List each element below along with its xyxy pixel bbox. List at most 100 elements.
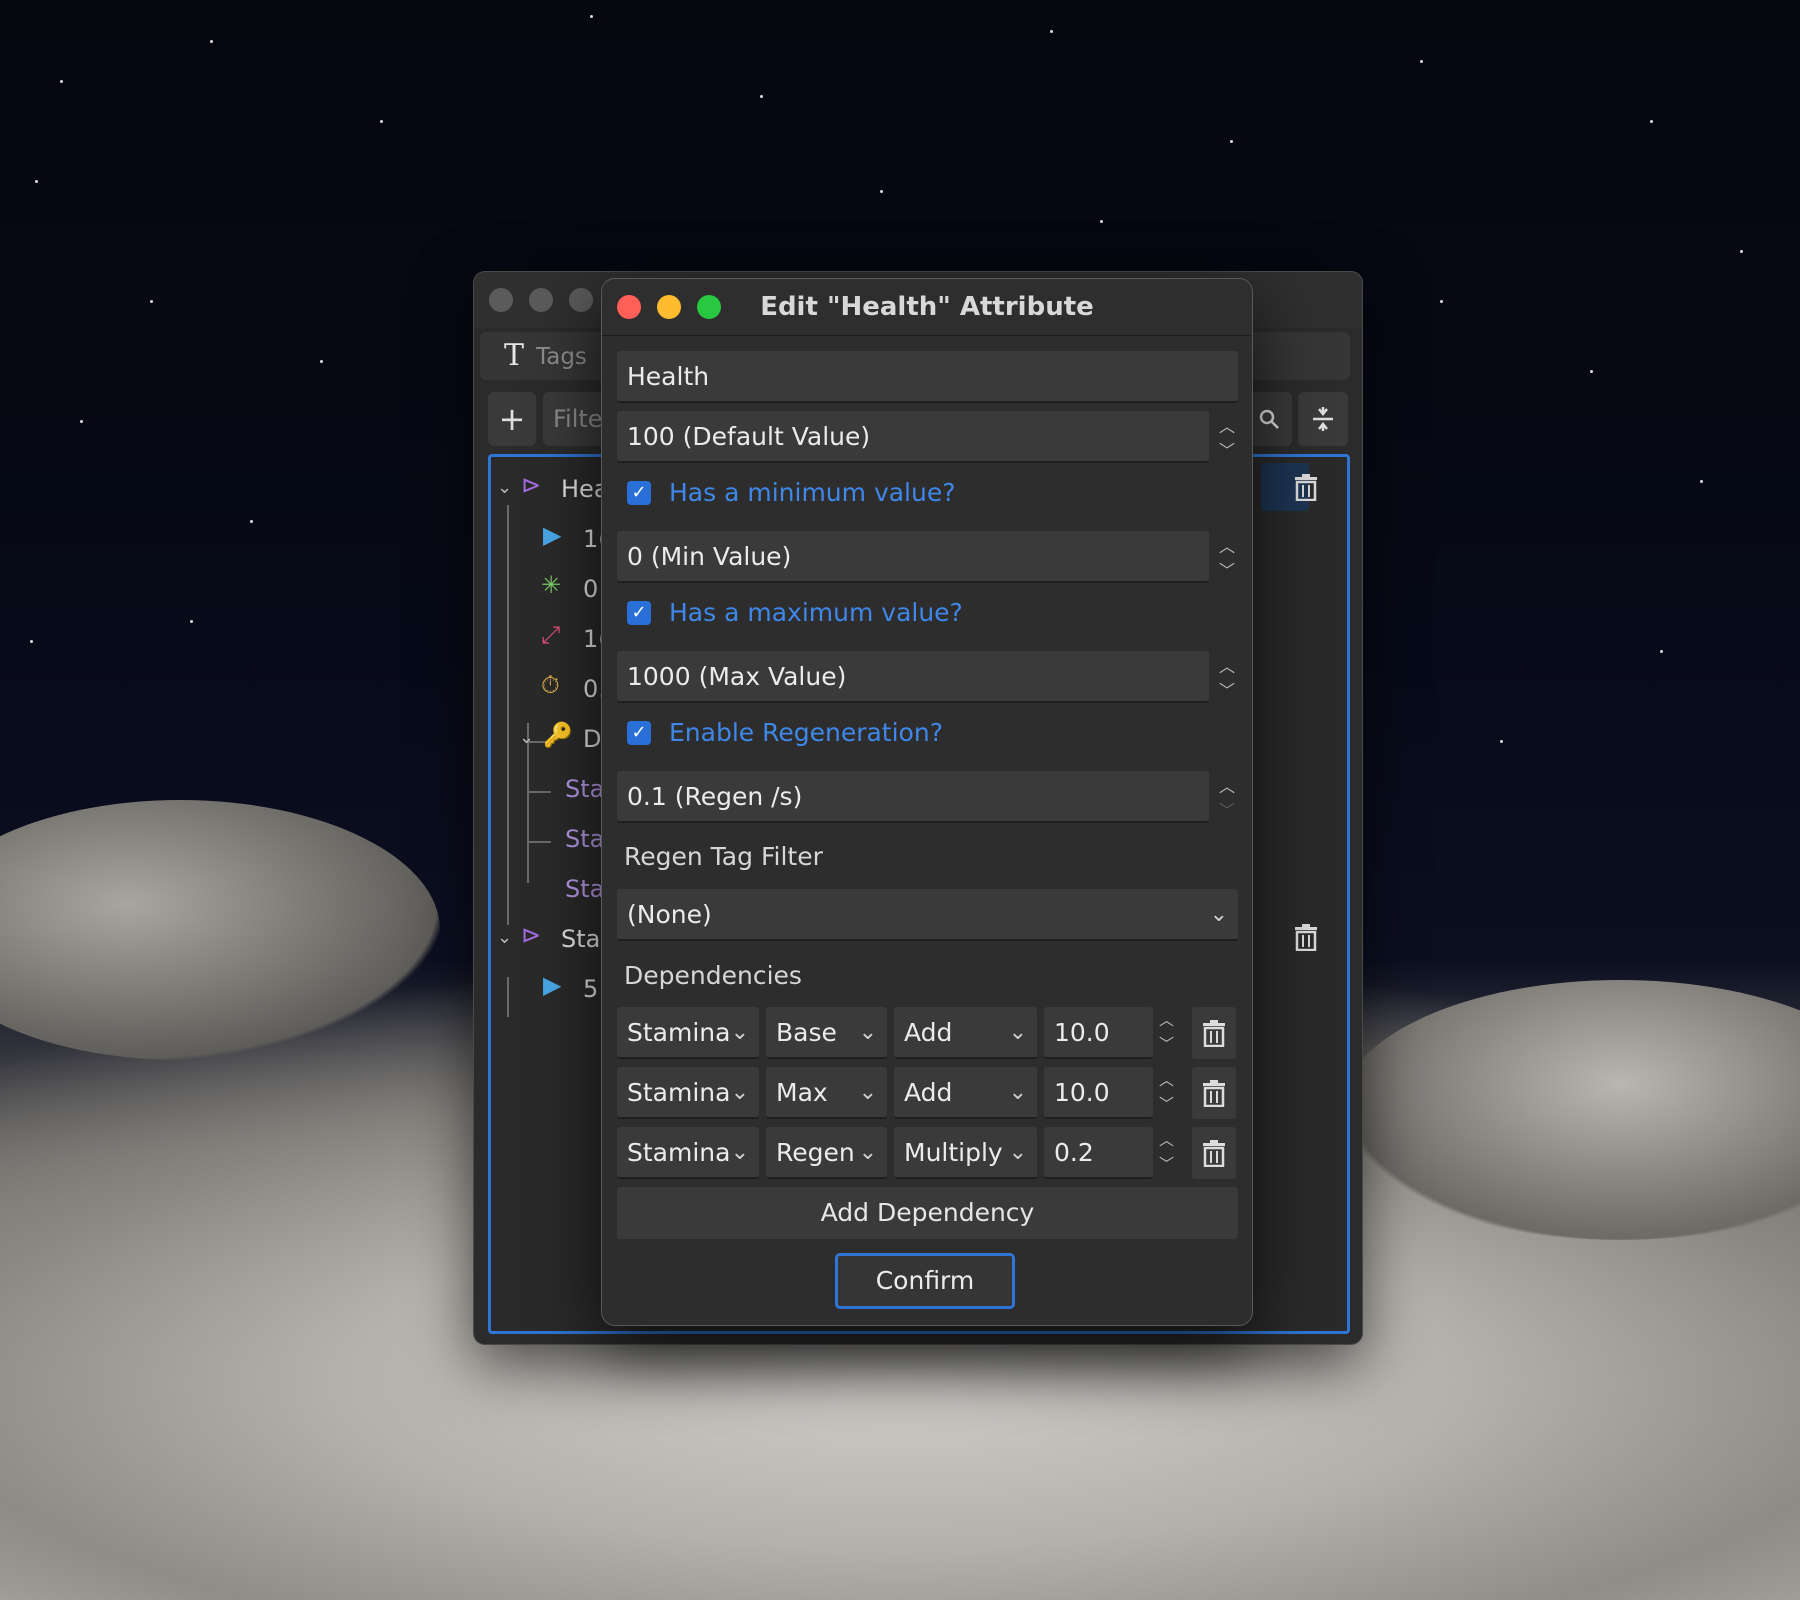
max-value-input[interactable]: 1000 (Max Value) xyxy=(617,651,1209,703)
collapse-all-button[interactable] xyxy=(1298,392,1348,446)
chevron-down-icon[interactable]: ⌄ xyxy=(519,727,534,748)
chevron-up-icon[interactable]: ︿ xyxy=(1219,533,1235,557)
chevron-up-icon[interactable]: ︿ xyxy=(1219,653,1235,677)
min-value-stepper[interactable]: ︿ ﹀ xyxy=(1216,531,1240,583)
dependency-field-value: Max xyxy=(776,1078,828,1107)
key-icon: 🔑 xyxy=(543,721,573,749)
play-icon: ▶ xyxy=(543,521,562,549)
dependency-value-input[interactable]: 10.0 xyxy=(1044,1007,1153,1059)
trash-icon xyxy=(1203,1020,1225,1047)
default-value-stepper[interactable]: ︿ ﹀ xyxy=(1216,411,1240,463)
filter-placeholder: Filte xyxy=(553,405,603,433)
tree-label: 5 xyxy=(583,975,599,1003)
chevron-down-icon: ⌄ xyxy=(858,1080,877,1105)
has-min-checkbox[interactable]: ✓ xyxy=(627,481,651,505)
regen-value-input[interactable]: 0.1 (Regen /s) xyxy=(617,771,1209,823)
dependency-operation-value: Add xyxy=(904,1078,953,1107)
tree-label: Sta xyxy=(565,875,605,903)
dependency-field-value: Regen xyxy=(776,1138,855,1167)
max-icon: ⤢ xyxy=(541,621,561,649)
dependency-operation-select[interactable]: Add ⌄ xyxy=(894,1007,1037,1059)
chevron-up-icon[interactable]: ︿ xyxy=(1159,1129,1174,1150)
confirm-button[interactable]: Confirm xyxy=(835,1253,1015,1309)
regen-label[interactable]: Enable Regeneration? xyxy=(669,718,943,747)
trash-icon xyxy=(1203,1140,1225,1167)
dependency-attribute-value: Stamina xyxy=(627,1018,731,1047)
dependency-field-select[interactable]: Regen ⌄ xyxy=(766,1127,887,1179)
max-value-stepper[interactable]: ︿ ﹀ xyxy=(1216,651,1240,703)
chevron-down-icon: ⌄ xyxy=(858,1020,877,1045)
play-icon: ▶ xyxy=(543,971,562,999)
chevron-down-icon: ⌄ xyxy=(730,1140,749,1165)
delete-dependency-button[interactable] xyxy=(1192,1007,1236,1059)
chevron-up-icon[interactable]: ︿ xyxy=(1159,1069,1174,1090)
min-value-input[interactable]: 0 (Min Value) xyxy=(617,531,1209,583)
delete-dependency-button[interactable] xyxy=(1192,1067,1236,1119)
dependency-value-stepper[interactable]: ︿ ﹀ xyxy=(1156,1067,1180,1119)
dependency-operation-select[interactable]: Add ⌄ xyxy=(894,1067,1037,1119)
collapse-icon xyxy=(1313,407,1333,431)
chevron-down-icon: ⌄ xyxy=(1008,1140,1027,1165)
plus-icon: + xyxy=(498,400,526,438)
dependency-field-select[interactable]: Base ⌄ xyxy=(766,1007,887,1059)
chevron-down-icon[interactable]: ﹀ xyxy=(1219,677,1235,701)
dependency-value-stepper[interactable]: ︿ ﹀ xyxy=(1156,1007,1180,1059)
tree-label: 0 xyxy=(583,575,599,603)
close-button[interactable] xyxy=(489,288,513,312)
dialog-titlebar: Edit "Health" Attribute xyxy=(602,279,1252,336)
dialog-title: Edit "Health" Attribute xyxy=(760,292,1094,322)
dependency-attribute-value: Stamina xyxy=(627,1138,731,1167)
attribute-icon: ⊳ xyxy=(521,921,542,949)
has-min-label[interactable]: Has a minimum value? xyxy=(669,478,956,507)
add-button[interactable]: + xyxy=(488,392,536,446)
regen-value-stepper[interactable]: ︿ ﹀ xyxy=(1216,771,1240,823)
tree-label: Sta xyxy=(565,825,605,853)
chevron-up-icon[interactable]: ︿ xyxy=(1219,773,1235,797)
chevron-down-icon[interactable]: ﹀ xyxy=(1159,1153,1174,1174)
chevron-up-icon[interactable]: ︿ xyxy=(1219,413,1235,437)
dependency-attribute-select[interactable]: Stamina ⌄ xyxy=(617,1127,759,1179)
chevron-down-icon[interactable]: ⌄ xyxy=(497,477,512,498)
default-value-input[interactable]: 100 (Default Value) xyxy=(617,411,1209,463)
dependency-attribute-select[interactable]: Stamina ⌄ xyxy=(617,1067,759,1119)
dependency-attribute-select[interactable]: Stamina ⌄ xyxy=(617,1007,759,1059)
chevron-down-icon[interactable]: ﹀ xyxy=(1219,797,1235,821)
regen-tag-filter-value: (None) xyxy=(627,900,712,929)
minimize-button[interactable] xyxy=(529,288,553,312)
min-icon: ✳ xyxy=(541,571,562,599)
text-icon: T xyxy=(504,338,525,373)
dependency-value-stepper[interactable]: ︿ ﹀ xyxy=(1156,1127,1180,1179)
dependency-attribute-value: Stamina xyxy=(627,1078,731,1107)
has-max-label[interactable]: Has a maximum value? xyxy=(669,598,963,627)
add-dependency-button[interactable]: Add Dependency xyxy=(617,1187,1238,1239)
has-max-checkbox[interactable]: ✓ xyxy=(627,601,651,625)
regen-tag-filter-select[interactable]: (None) ⌄ xyxy=(617,889,1238,941)
tab-tags-label: Tags xyxy=(536,344,587,370)
chevron-down-icon[interactable]: ﹀ xyxy=(1219,437,1235,461)
dependency-field-select[interactable]: Max ⌄ xyxy=(766,1067,887,1119)
chevron-down-icon: ⌄ xyxy=(1008,1020,1027,1045)
tree-label: D xyxy=(583,725,602,753)
trash-icon xyxy=(1295,924,1317,951)
chevron-down-icon: ⌄ xyxy=(730,1020,749,1045)
chevron-down-icon[interactable]: ﹀ xyxy=(1159,1033,1174,1054)
attribute-name-input[interactable]: Health xyxy=(617,351,1238,403)
dependency-value-input[interactable]: 10.0 xyxy=(1044,1067,1153,1119)
chevron-down-icon[interactable]: ﹀ xyxy=(1219,557,1235,581)
attribute-icon: ⊳ xyxy=(521,471,542,499)
dependency-field-value: Base xyxy=(776,1018,837,1047)
dependency-value-input[interactable]: 0.2 xyxy=(1044,1127,1153,1179)
regen-checkbox[interactable]: ✓ xyxy=(627,721,651,745)
delete-dependency-button[interactable] xyxy=(1192,1127,1236,1179)
trash-icon xyxy=(1203,1080,1225,1107)
chevron-down-icon[interactable]: ﹀ xyxy=(1159,1093,1174,1114)
dependency-operation-value: Multiply xyxy=(904,1138,1003,1167)
tree-label: Sta xyxy=(565,775,605,803)
chevron-down-icon: ⌄ xyxy=(1008,1080,1027,1105)
chevron-up-icon[interactable]: ︿ xyxy=(1159,1009,1174,1030)
chevron-down-icon: ⌄ xyxy=(1209,902,1228,927)
zoom-button[interactable] xyxy=(569,288,593,312)
edit-attribute-dialog: Edit "Health" Attribute Health 100 (Defa… xyxy=(601,278,1253,1326)
dependency-operation-select[interactable]: Multiply ⌄ xyxy=(894,1127,1037,1179)
chevron-down-icon[interactable]: ⌄ xyxy=(497,927,512,948)
